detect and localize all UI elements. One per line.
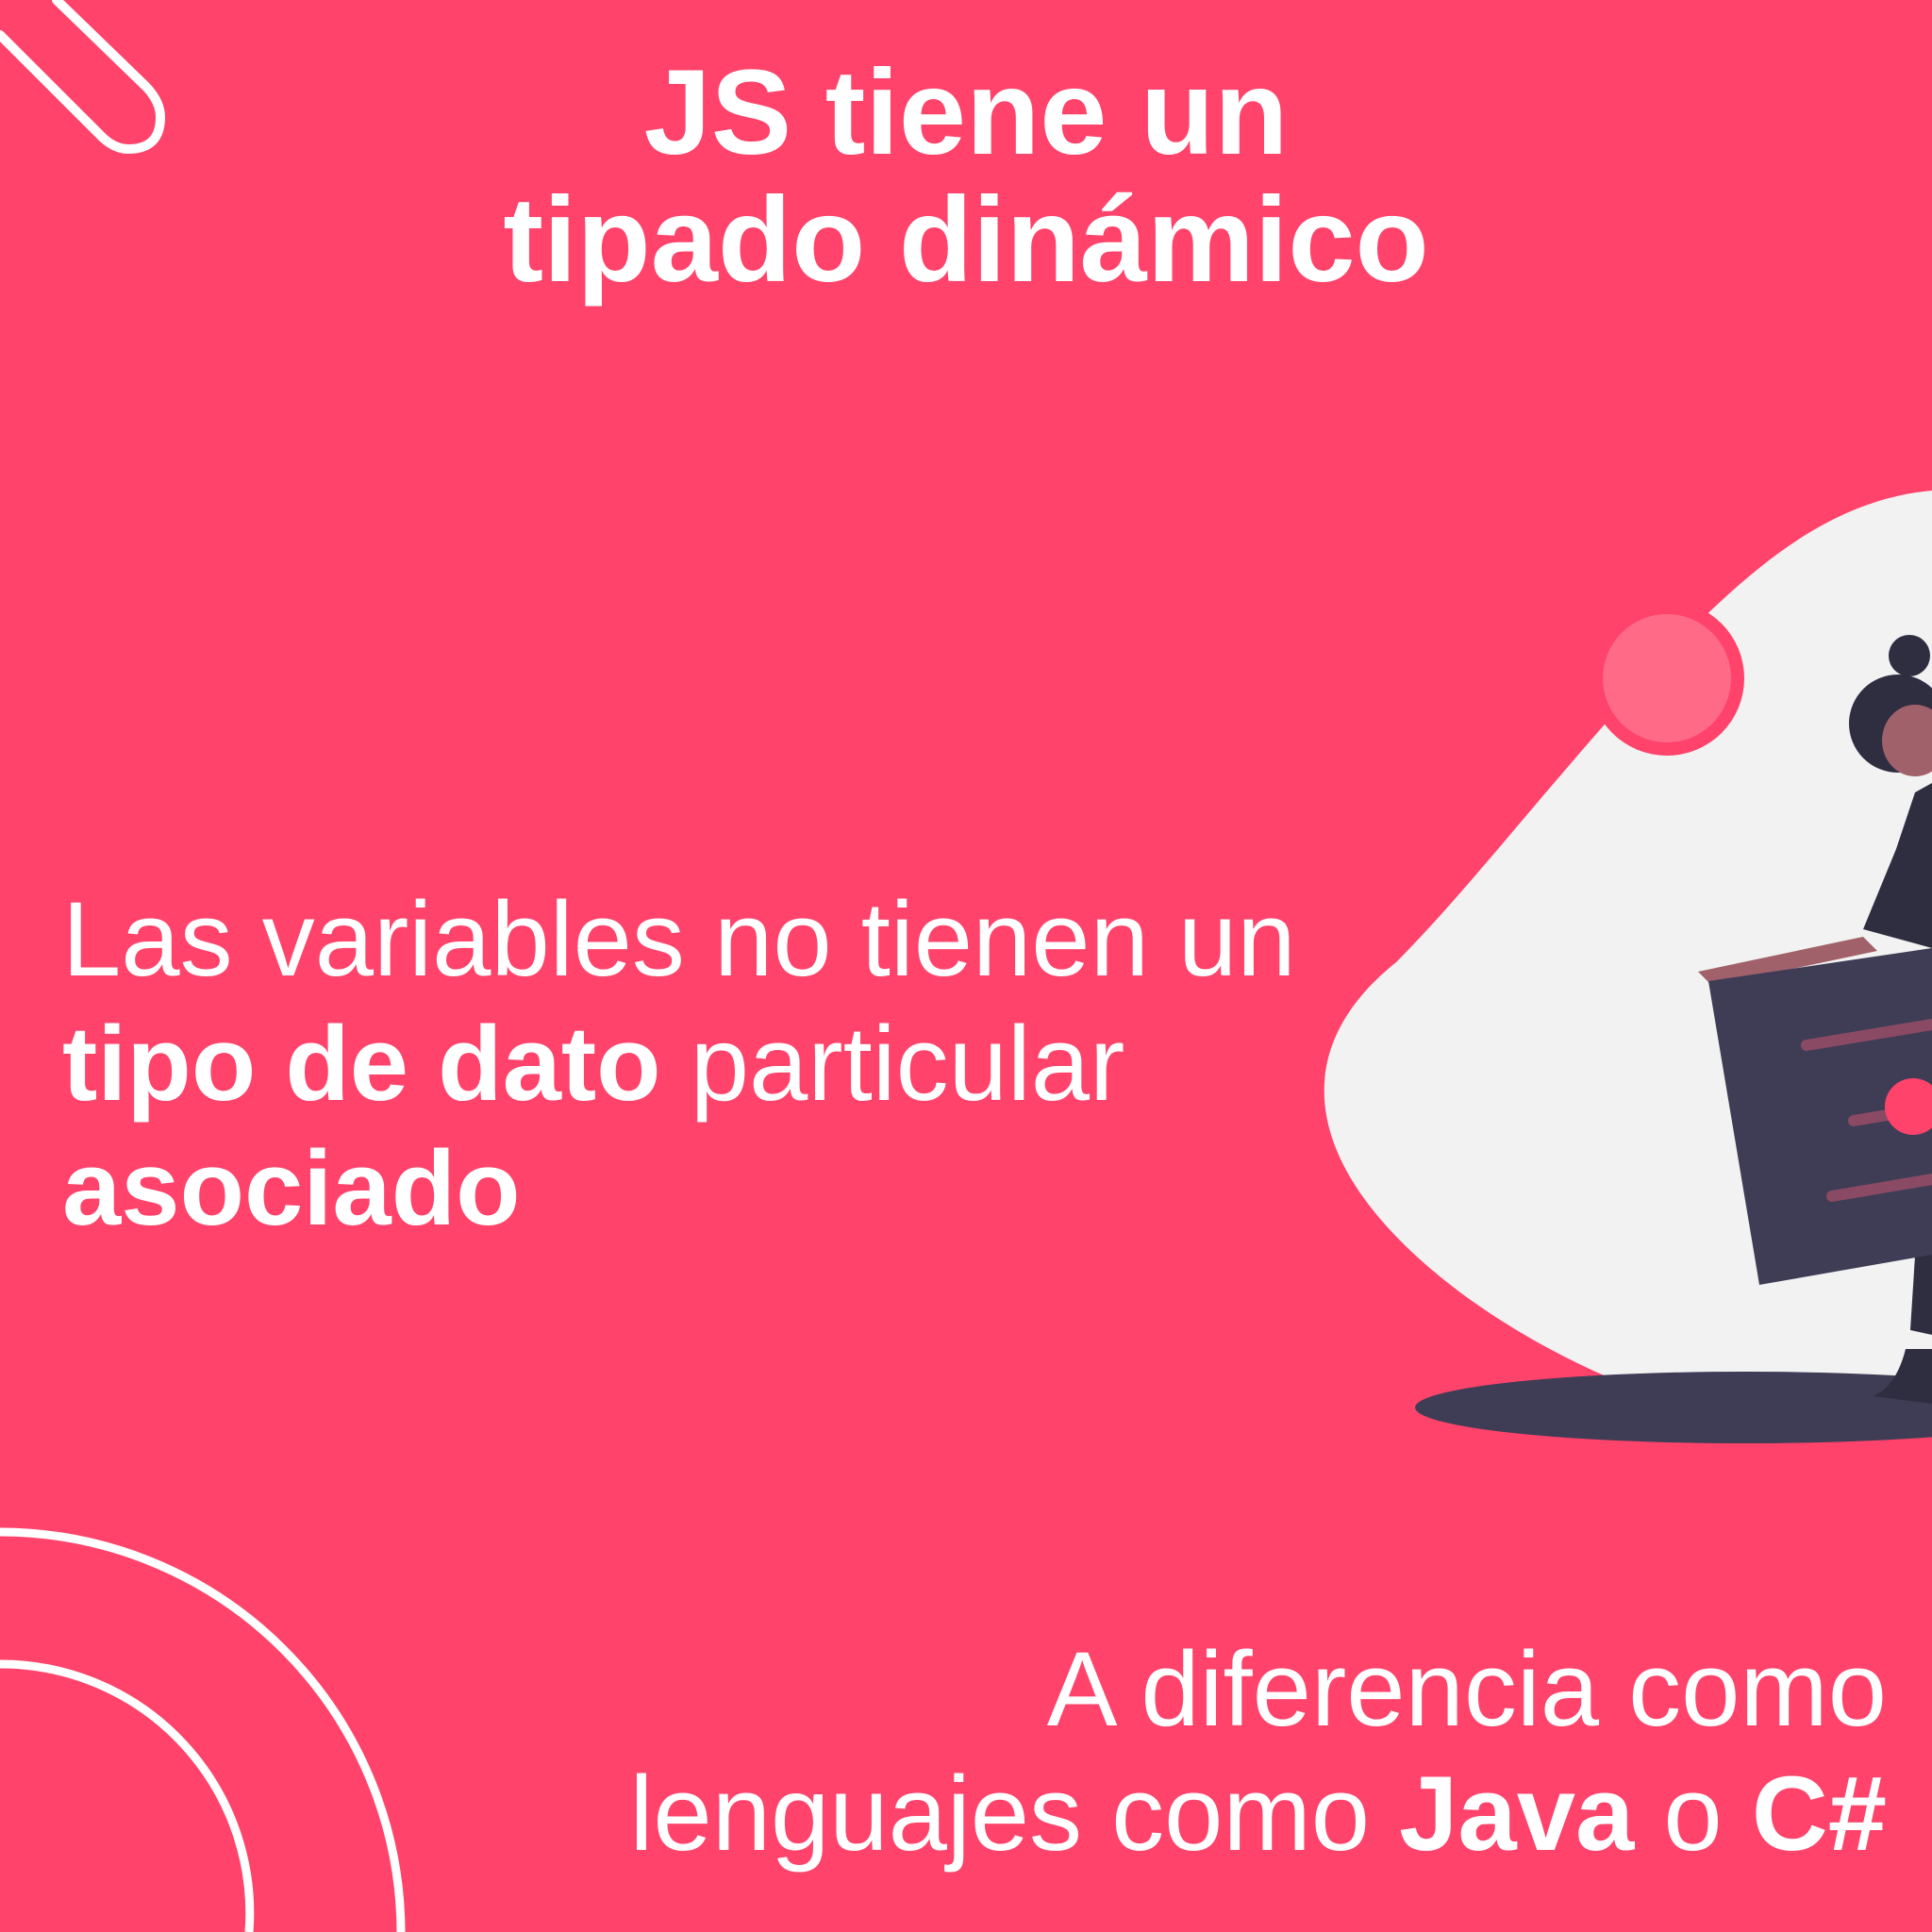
comparison-line-1: A diferencia como (1046, 1630, 1887, 1748)
hair-bun (1889, 635, 1930, 676)
dot-circle (1603, 614, 1731, 742)
decorative-arc-outer (0, 1527, 406, 1932)
title-line-1: JS tiene un (643, 45, 1289, 180)
comparison-note: A diferencia como lenguajes como Java o … (566, 1627, 1887, 1876)
statement-line-2-rest: particular (660, 1005, 1125, 1123)
comparison-connector: o (1634, 1755, 1752, 1873)
language-java: Java (1399, 1755, 1635, 1873)
statement-line-1: Las variables no tienen un (62, 880, 1296, 998)
page-title: JS tiene un tipado dinámico (0, 49, 1932, 304)
decorative-arc-inner (0, 1659, 255, 1932)
comparison-prefix: lenguajes como (629, 1755, 1400, 1873)
main-statement: Las variables no tienen un tipo de dato … (62, 877, 1430, 1251)
statement-bold-type: tipo de dato (62, 1005, 661, 1123)
title-line-2: tipado dinámico (503, 173, 1429, 308)
statement-bold-associated: asociado (62, 1129, 521, 1247)
language-csharp: C# (1751, 1755, 1887, 1873)
ground-shadow (1415, 1372, 1932, 1443)
